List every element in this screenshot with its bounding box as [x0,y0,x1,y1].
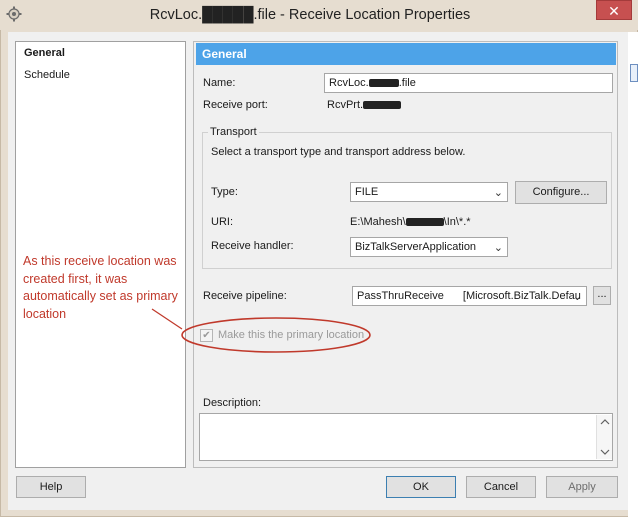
transport-instruction: Select a transport type and transport ad… [211,146,466,158]
apply-button[interactable]: Apply [546,476,618,498]
background-window-edge [628,32,638,517]
redacted-text [363,101,402,110]
close-icon: ✕ [608,3,620,19]
receive-handler-select[interactable]: BizTalkServerApplication ⌄ [350,237,508,257]
close-button[interactable]: ✕ [596,0,632,20]
description-label: Description: [203,397,262,409]
transport-type-value: FILE [355,186,379,198]
redacted-text [405,218,444,227]
uri-label: URI: [211,216,233,228]
annotation-note: As this receive location was created fir… [23,254,178,321]
nav-item-label: General [24,47,65,59]
receive-pipeline-label: Receive pipeline: [203,290,287,302]
nav-item-general[interactable]: General [21,44,182,62]
receive-port-label: Receive port: [203,99,268,111]
pipeline-name: PassThruReceive [357,290,444,302]
title-bar[interactable]: RcvLoc.█████.file - Receive Location Pro… [0,0,638,30]
pipeline-assembly: [Microsoft.BizTalk.Defau [462,290,581,302]
uri-prefix: E:\Mahesh\ [350,216,406,228]
receive-port-value: RcvPrt. [327,99,402,111]
configure-button[interactable]: Configure... [515,181,607,204]
receive-handler-value: BizTalkServerApplication [355,241,477,253]
nav-item-schedule[interactable]: Schedule [21,66,182,84]
help-button[interactable]: Help [16,476,86,498]
window-title: RcvLoc.█████.file - Receive Location Pro… [149,7,471,23]
name-value-prefix: RcvLoc. [329,77,369,89]
checkmark-icon: ✔ [202,330,211,341]
name-field[interactable]: RcvLoc. .file [324,73,613,93]
nav-item-label: Schedule [24,69,70,81]
transport-type-select[interactable]: FILE ⌄ [350,182,508,202]
redacted-text [368,79,399,88]
type-label: Type: [211,186,238,198]
primary-location-label: Make this the primary location [218,329,365,341]
receive-pipeline-select[interactable]: PassThruReceive [Microsoft.BizTalk.Defau… [352,286,587,306]
chevron-up-icon[interactable] [600,419,610,425]
uri-suffix: \In\*.* [443,216,471,228]
browse-pipeline-button[interactable]: ... [593,286,611,305]
chevron-down-icon: ⌄ [572,291,582,303]
receive-port-prefix: RcvPrt. [327,99,364,111]
chevron-down-icon: ⌄ [493,187,503,199]
description-textarea[interactable] [199,413,613,461]
uri-value: E:\Mahesh\ \In\*.* [350,216,471,228]
receive-handler-label: Receive handler: [211,240,294,252]
name-value-suffix: .file [398,77,416,89]
cancel-button[interactable]: Cancel [466,476,536,498]
description-scrollbar[interactable] [596,415,612,459]
ok-button[interactable]: OK [386,476,456,498]
primary-location-checkbox[interactable]: ✔ [200,329,213,342]
name-label: Name: [203,77,236,89]
transport-legend: Transport [208,126,259,138]
background-window-marker [630,64,638,82]
chevron-down-icon: ⌄ [493,242,503,254]
section-header: General [196,43,616,65]
chevron-down-icon[interactable] [600,449,610,455]
